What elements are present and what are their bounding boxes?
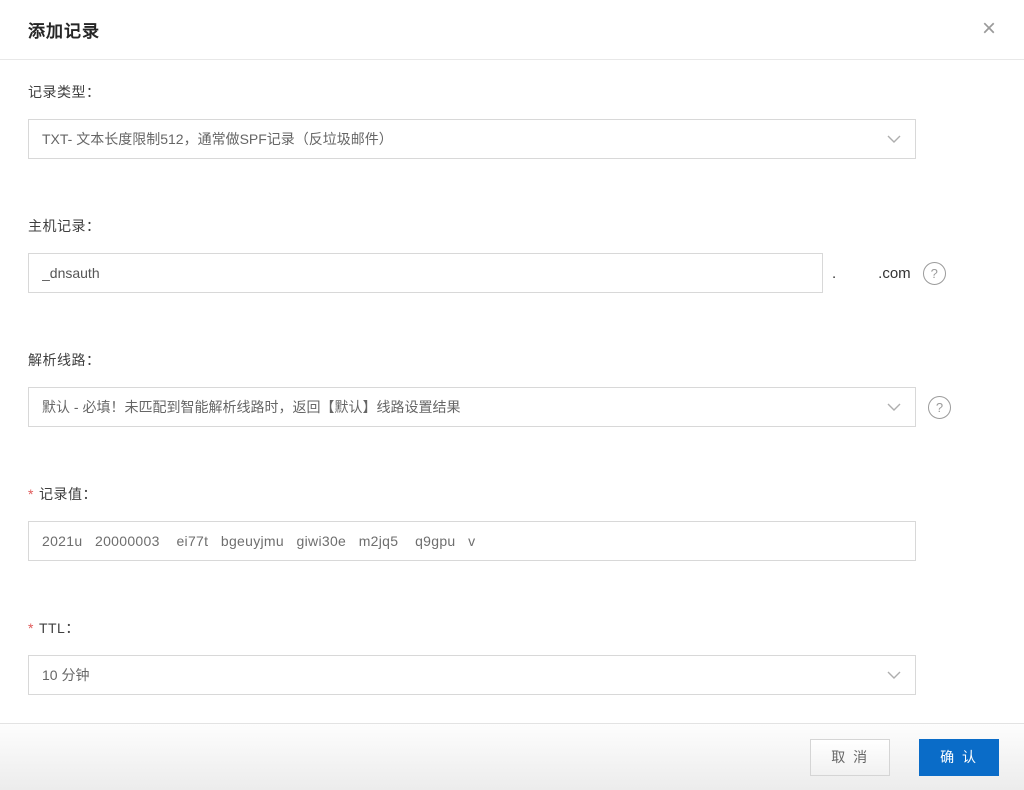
ttl-selected-value: 10 分钟 <box>42 667 90 683</box>
record-value-label: 记录值： <box>38 486 97 502</box>
host-record-input[interactable] <box>28 253 823 293</box>
ttl-select[interactable]: 10 分钟 <box>28 655 916 695</box>
resolution-line-label: 解析线路： <box>28 352 101 368</box>
record-type-selected-value: TXT- 文本长度限制512，通常做SPF记录（反垃圾邮件） <box>42 131 393 147</box>
field-host-record: 主机记录： . .com ? <box>28 216 996 293</box>
field-ttl: * TTL： 10 分钟 <box>28 618 996 695</box>
record-type-label: 记录类型： <box>28 84 101 100</box>
help-icon[interactable]: ? <box>922 261 946 285</box>
add-record-dialog: 添加记录 × 记录类型： TXT- 文本长度限制512，通常做SPF记录（反垃圾… <box>0 0 1024 790</box>
field-record-type: 记录类型： TXT- 文本长度限制512，通常做SPF记录（反垃圾邮件） <box>28 82 996 159</box>
dialog-header: 添加记录 <box>0 0 1024 60</box>
page-title: 添加记录 <box>28 22 100 41</box>
resolution-line-select[interactable]: 默认 - 必填！未匹配到智能解析线路时，返回【默认】线路设置结果 <box>28 387 916 427</box>
chevron-down-icon <box>887 403 901 411</box>
chevron-down-icon <box>887 671 901 679</box>
record-type-select[interactable]: TXT- 文本长度限制512，通常做SPF记录（反垃圾邮件） <box>28 119 916 159</box>
redacted-domain <box>836 273 878 274</box>
ttl-label: TTL： <box>38 620 80 636</box>
close-icon[interactable]: × <box>974 14 1004 44</box>
chevron-down-icon <box>887 135 901 143</box>
required-star: * <box>28 620 34 636</box>
field-resolution-line: 解析线路： 默认 - 必填！未匹配到智能解析线路时，返回【默认】线路设置结果 ? <box>28 350 996 427</box>
cancel-button[interactable]: 取 消 <box>810 738 891 776</box>
dialog-body: 记录类型： TXT- 文本长度限制512，通常做SPF记录（反垃圾邮件） 主机记… <box>0 60 1024 695</box>
field-record-value: * 记录值： <box>28 484 996 561</box>
confirm-button[interactable]: 确 认 <box>919 738 999 776</box>
host-suffix-tld: .com <box>878 264 911 282</box>
host-suffix: . .com <box>823 265 911 282</box>
help-icon[interactable]: ? <box>928 395 951 419</box>
resolution-line-selected-value: 默认 - 必填！未匹配到智能解析线路时，返回【默认】线路设置结果 <box>42 399 461 415</box>
host-record-label: 主机记录： <box>28 218 101 234</box>
record-value-input[interactable] <box>28 521 916 561</box>
dialog-footer: 取 消 确 认 <box>0 723 1024 790</box>
required-star: * <box>28 486 34 502</box>
